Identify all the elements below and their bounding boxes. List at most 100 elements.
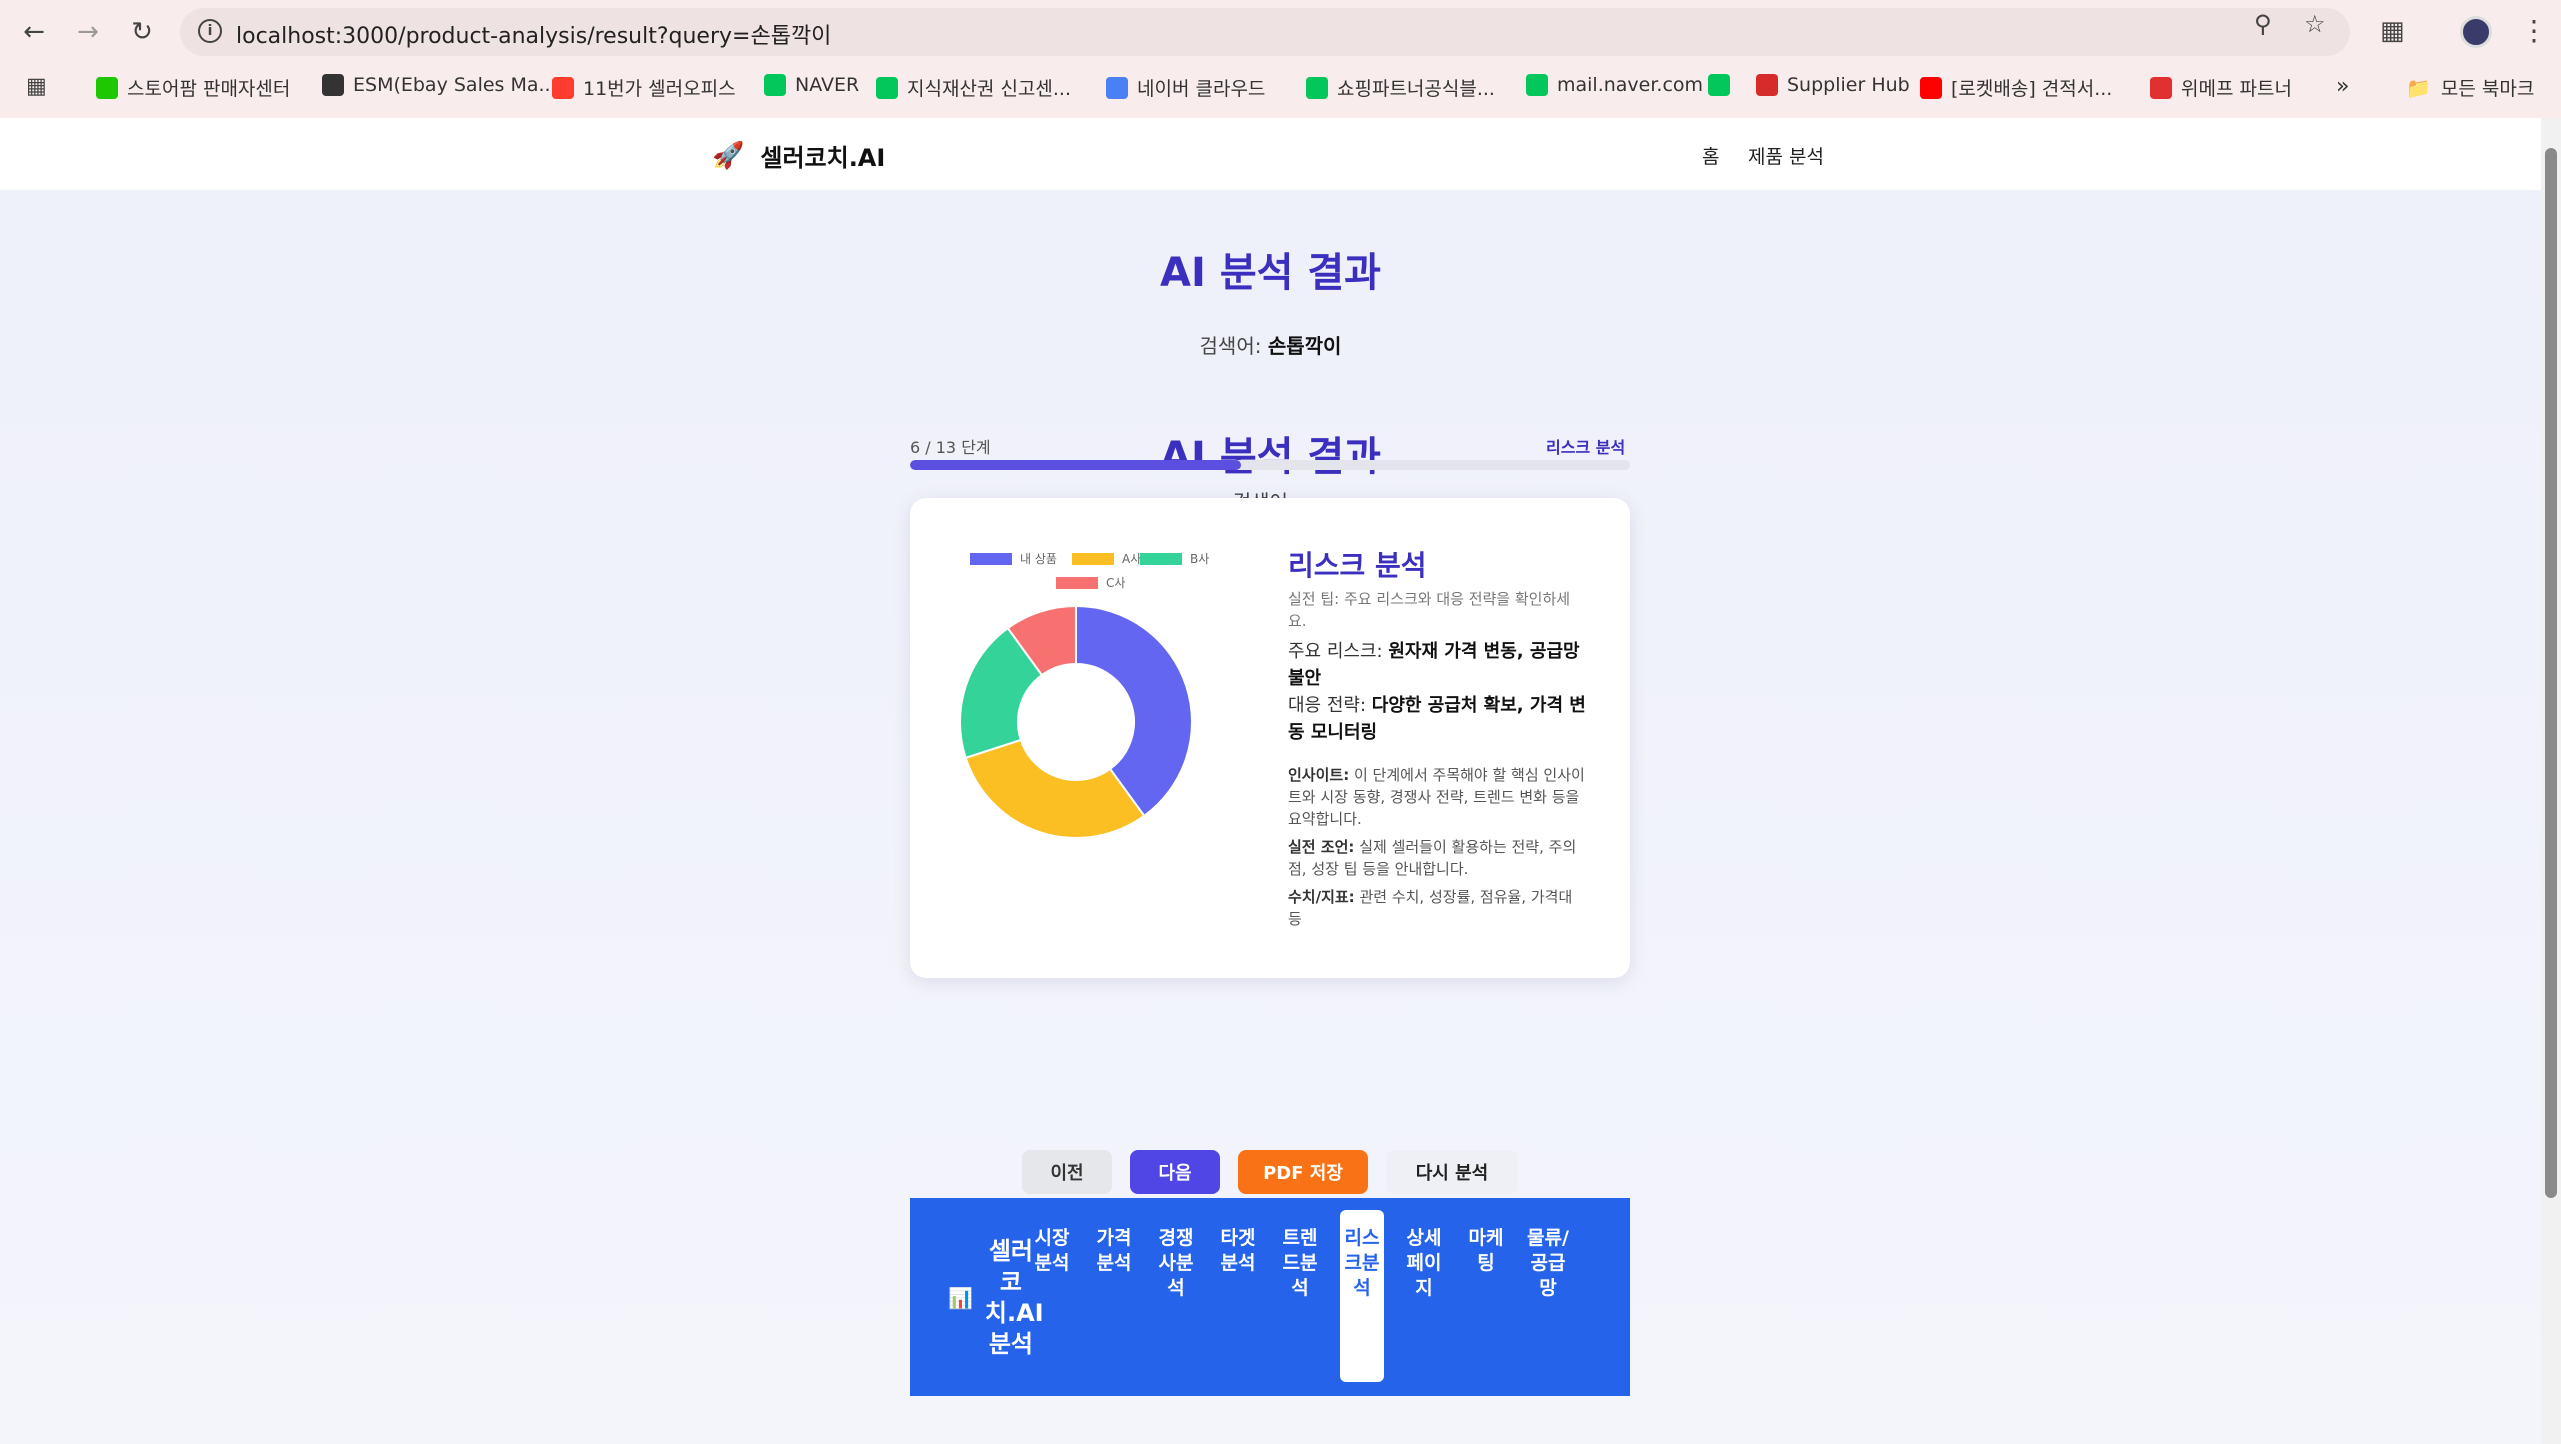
- extensions-icon[interactable]: ▦: [2380, 16, 2405, 46]
- 11st-icon: [552, 76, 574, 99]
- bottom-nav-tab[interactable]: 상세페이지: [1402, 1226, 1446, 1301]
- all-bookmarks-label: 모든 북마크: [2440, 78, 2535, 100]
- search-query: 검색어: 손톱깍이: [0, 330, 2541, 359]
- menu-kebab-icon[interactable]: ⋮: [2520, 14, 2548, 47]
- pdf-save-button[interactable]: PDF 저장: [1238, 1150, 1368, 1194]
- bookmark-item[interactable]: 위메프 파트너: [2150, 74, 2292, 101]
- chart-svg: [960, 604, 1193, 839]
- more-bookmarks-icon[interactable]: »: [2336, 74, 2349, 99]
- bookmark-label: 위메프 파트너: [2181, 78, 2292, 100]
- page-scrollbar[interactable]: [2541, 118, 2561, 1444]
- progress-step-name: 리스크 분석: [1546, 438, 1626, 457]
- bookmark-item[interactable]: NAVER: [764, 74, 859, 96]
- bookmark-label: 스토어팜 판매자센터: [127, 78, 291, 100]
- bottom-nav-tab[interactable]: 마케팅: [1464, 1226, 1508, 1276]
- page-title: AI 분석 결과: [1160, 250, 1381, 296]
- zoom-icon[interactable]: ⚲: [2254, 10, 2272, 38]
- bookmark-item[interactable]: 네이버 클라우드: [1106, 74, 1265, 101]
- bookmark-item[interactable]: 쇼핑파트너공식블...: [1306, 74, 1495, 101]
- scroll-thumb[interactable]: [2545, 148, 2557, 1198]
- naver-icon: [764, 74, 786, 96]
- bookmark-label: 네이버 클라우드: [1137, 78, 1266, 100]
- reanalyze-button[interactable]: 다시 분석: [1386, 1150, 1518, 1194]
- naver-icon: [1526, 74, 1548, 96]
- bookmark-item[interactable]: 11번가 셀러오피스: [552, 74, 736, 101]
- main-risk-label: 주요 리스크:: [1288, 641, 1383, 662]
- chart-icon: 📊: [948, 1286, 973, 1310]
- advice: 실전 조언: 실제 셀러들이 활용하는 전략, 주의점, 성장 팁 등을 안내합…: [1288, 836, 1588, 880]
- back-arrow-icon[interactable]: ←: [16, 14, 52, 50]
- folder-icon: 📁: [2406, 75, 2431, 100]
- site-header: 🚀 셀러코치.AI 홈 제품 분석: [0, 118, 2541, 190]
- apps-grid-icon[interactable]: ▦: [26, 74, 47, 99]
- progress-text: 6 / 13 단계: [910, 438, 991, 457]
- prev-button[interactable]: 이전: [1022, 1150, 1112, 1194]
- risk-doughnut-chart: 내 상품 A사 B사 C사: [960, 538, 1240, 858]
- all-bookmarks[interactable]: 📁 모든 북마크: [2406, 74, 2534, 101]
- youtube-icon: [1920, 76, 1942, 99]
- bookmark-item[interactable]: mail.naver.com: [1526, 74, 1703, 96]
- bottom-nav-tab[interactable]: 시장분석: [1030, 1226, 1074, 1276]
- bookmark-label: Supplier Hub: [1787, 74, 1910, 96]
- next-button[interactable]: 다음: [1130, 1150, 1220, 1194]
- bottom-nav-tab[interactable]: 리스크분석: [1340, 1210, 1384, 1382]
- browser-chrome: ← → ↻ i localhost:3000/product-analysis/…: [0, 0, 2561, 118]
- bottom-nav-tab[interactable]: 물류/공급망: [1526, 1226, 1570, 1301]
- naver-icon: [876, 76, 898, 99]
- bookmark-item[interactable]: 스토어팜 판매자센터: [96, 74, 290, 101]
- site-info-icon[interactable]: i: [198, 19, 222, 43]
- main-risk: 주요 리스크: 원자재 가격 변동, 공급망 불안: [1288, 638, 1588, 692]
- insight: 인사이트: 이 단계에서 주목해야 할 핵심 인사이트와 시장 동향, 경쟁사 …: [1288, 764, 1588, 830]
- address-bar[interactable]: i localhost:3000/product-analysis/result…: [180, 8, 2350, 56]
- search-query-value: 손톱깍이: [1267, 334, 1342, 358]
- advice-label: 실전 조언:: [1288, 838, 1355, 856]
- bookmark-label: NAVER: [795, 74, 860, 96]
- bookmark-item[interactable]: Supplier Hub: [1756, 74, 1910, 96]
- bookmark-item[interactable]: [1708, 74, 1739, 96]
- metrics: 수치/지표: 관련 수치, 성장률, 점유율, 가격대 등: [1288, 886, 1588, 930]
- site-logo[interactable]: 🚀 셀러코치.AI: [712, 138, 885, 173]
- bottom-step-nav: 📊 셀러코치.AI 분석 시장분석 가격분석 경쟁사분석 타겟분석 트렌드분석 리스크분석…: [910, 1198, 1630, 1396]
- bottom-nav-brand: 📊 셀러코치.AI 분석: [948, 1236, 1044, 1360]
- bookmark-label: ESM(Ebay Sales Ma...: [353, 74, 557, 96]
- rocket-icon: 🚀: [712, 140, 745, 171]
- strategy-label: 대응 전략:: [1288, 695, 1367, 716]
- bookmark-item[interactable]: 지식재산권 신고센...: [876, 74, 1071, 101]
- card-title: 리스크 분석: [1288, 549, 1427, 582]
- bookmark-label: 지식재산권 신고센...: [907, 78, 1071, 100]
- cloud-icon: [1106, 76, 1128, 99]
- bottom-nav-tab[interactable]: 트렌드분석: [1278, 1226, 1322, 1301]
- bookmark-item[interactable]: [로켓배송] 견적서...: [1920, 74, 2112, 101]
- forward-arrow-icon[interactable]: →: [70, 14, 106, 50]
- progress-bar-fill: [910, 460, 1242, 470]
- naver-icon: [1708, 74, 1730, 96]
- profile-avatar[interactable]: [2460, 16, 2492, 48]
- nav-product-analysis-link[interactable]: 제품 분석: [1748, 142, 1824, 169]
- bookmark-label: 11번가 셀러오피스: [583, 78, 736, 100]
- bookmark-item[interactable]: ESM(Ebay Sales Ma...: [322, 74, 557, 96]
- bookmark-label: mail.naver.com: [1557, 74, 1704, 96]
- logo-text: 셀러코치.AI: [760, 144, 886, 172]
- search-query-label: 검색어:: [1199, 334, 1262, 358]
- strategy: 대응 전략: 다양한 공급처 확보, 가격 변동 모니터링: [1288, 692, 1588, 746]
- bottom-nav-tab[interactable]: 가격분석: [1092, 1226, 1136, 1276]
- bookmark-star-icon[interactable]: ☆: [2304, 10, 2326, 38]
- coupang-icon: [1756, 74, 1778, 96]
- naver-smartstore-icon: [96, 76, 118, 99]
- insight-label: 인사이트:: [1288, 766, 1350, 784]
- url-text[interactable]: localhost:3000/product-analysis/result?q…: [236, 18, 831, 50]
- bottom-nav-tab[interactable]: 타겟분석: [1216, 1226, 1260, 1276]
- nav-home-link[interactable]: 홈: [1702, 142, 1719, 169]
- reload-icon[interactable]: ↻: [124, 14, 160, 50]
- bookmarks-bar: ▦ 스토어팜 판매자센터 ESM(Ebay Sales Ma... 11번가 셀러오…: [0, 66, 2561, 110]
- section-title: AI 분석 결과: [1160, 434, 1381, 480]
- analysis-card: 내 상품 A사 B사 C사 리스크 분석 실전 팁: 주요 리스크와 대응 전략을 확…: [910, 498, 1630, 978]
- progress-bar: [910, 460, 1630, 470]
- globe-icon: [322, 74, 344, 96]
- card-tip: 실전 팁: 주요 리스크와 대응 전략을 확인하세요.: [1288, 590, 1571, 630]
- bookmark-label: [로켓배송] 견적서...: [1951, 78, 2113, 100]
- bottom-nav-tab[interactable]: 경쟁사분석: [1154, 1226, 1198, 1301]
- blog-icon: [1306, 76, 1328, 99]
- doughnut-slice[interactable]: [964, 738, 1146, 839]
- wemakeprice-icon: [2150, 76, 2172, 99]
